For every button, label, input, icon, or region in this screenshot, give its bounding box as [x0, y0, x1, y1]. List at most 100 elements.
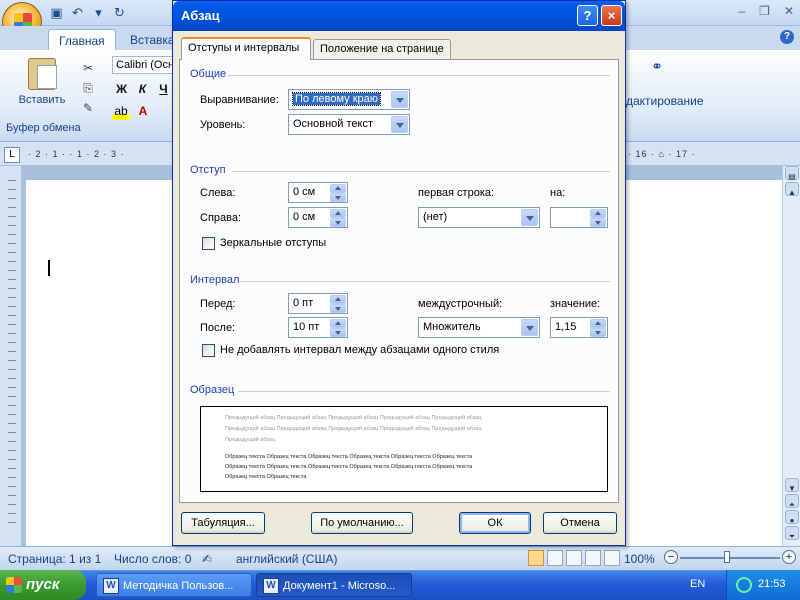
- browse-object-icon[interactable]: ●: [785, 510, 799, 525]
- spacing-after-value: 10 пт: [293, 321, 320, 333]
- ruler-toggle-icon[interactable]: ▤: [785, 166, 799, 181]
- mirror-indents-checkbox[interactable]: [202, 237, 215, 250]
- spacing-before-spinner[interactable]: 0 пт: [288, 293, 348, 314]
- tab-selector-icon[interactable]: L: [4, 147, 20, 163]
- italic-button[interactable]: К: [133, 80, 152, 99]
- line-spacing-select[interactable]: Множитель: [418, 317, 540, 338]
- word-count[interactable]: Число слов: 0: [114, 552, 191, 566]
- minimize-icon[interactable]: –: [738, 4, 745, 18]
- spacing-before-value: 0 пт: [293, 297, 314, 309]
- spin-down-icon[interactable]: [590, 218, 606, 227]
- clock: 21:53: [758, 578, 786, 590]
- zoom-in-icon[interactable]: +: [782, 550, 796, 564]
- spin-down-icon[interactable]: [330, 193, 346, 202]
- language-indicator[interactable]: английский (США): [236, 552, 337, 566]
- help-icon[interactable]: ?: [780, 30, 794, 44]
- set-default-button[interactable]: По умолчанию...: [311, 512, 413, 534]
- tab-home[interactable]: Главная: [48, 29, 116, 50]
- draft-icon[interactable]: [604, 550, 620, 566]
- full-screen-reading-icon[interactable]: [547, 550, 563, 566]
- tab-page-position[interactable]: Положение на странице: [313, 39, 451, 59]
- spin-up-icon[interactable]: [330, 319, 346, 328]
- save-icon[interactable]: ▣: [48, 4, 65, 21]
- level-select[interactable]: Основной текст: [288, 114, 410, 135]
- alignment-select[interactable]: По левому краю: [288, 89, 410, 110]
- ruler-left-marks: · 2 · 1 · · 1 · 2 · 3 ·: [28, 149, 125, 159]
- zoom-out-icon[interactable]: −: [664, 550, 678, 564]
- dialog-close-button[interactable]: ×: [601, 5, 622, 26]
- network-icon[interactable]: [736, 577, 752, 593]
- close-icon[interactable]: ✕: [784, 4, 794, 18]
- paste-button[interactable]: Вставить: [14, 58, 70, 120]
- preview-line: Предыдущий абзац Предыдущий абзац Предыд…: [225, 426, 482, 432]
- tab-indents-spacing[interactable]: Отступы и интервалы: [181, 37, 311, 60]
- highlight-icon[interactable]: ab: [112, 102, 130, 120]
- underline-button[interactable]: Ч: [154, 80, 173, 99]
- spin-down-icon[interactable]: [330, 328, 346, 337]
- restore-icon[interactable]: ❐: [759, 4, 770, 18]
- scroll-down-icon[interactable]: ▼: [785, 478, 799, 493]
- chevron-down-icon[interactable]: [521, 209, 538, 226]
- view-buttons: [528, 550, 620, 566]
- clipboard-group-label: Буфер обмена: [6, 122, 81, 134]
- dropdown-icon[interactable]: ▾: [90, 4, 107, 21]
- dialog-help-button[interactable]: ?: [577, 5, 598, 26]
- first-line-select[interactable]: (нет): [418, 207, 540, 228]
- find-icon[interactable]: ⚭: [642, 58, 672, 80]
- spacing-section-title: Интервал: [190, 274, 240, 286]
- print-layout-icon[interactable]: [528, 550, 544, 566]
- spacing-at-value: 1,15: [555, 321, 577, 333]
- input-language[interactable]: EN: [690, 578, 705, 590]
- indent-section-title: Отступ: [190, 164, 226, 176]
- format-row: Ж К Ч: [112, 80, 173, 99]
- copy-icon[interactable]: ⎘: [72, 78, 104, 98]
- font-color-icon[interactable]: A: [134, 102, 152, 120]
- format-painter-icon[interactable]: ✎: [72, 98, 104, 118]
- taskbar-item-document1[interactable]: W Документ1 - Microso...: [256, 573, 412, 597]
- web-layout-icon[interactable]: [566, 550, 582, 566]
- cut-icon[interactable]: ✂: [72, 58, 104, 78]
- zoom-slider[interactable]: [680, 557, 780, 559]
- chevron-down-icon[interactable]: [391, 91, 408, 108]
- preview-line: Предыдущий абзац Предыдущий абзац Предыд…: [225, 415, 482, 421]
- indent-left-spinner[interactable]: 0 см: [288, 182, 348, 203]
- vertical-scrollbar[interactable]: ▤ ▲ ▼ ⏶ ● ⏷: [782, 166, 800, 546]
- zoom-slider-thumb[interactable]: [724, 551, 730, 563]
- indent-by-spinner[interactable]: [550, 207, 608, 228]
- tabs-button[interactable]: Табуляция...: [181, 512, 265, 534]
- spellcheck-icon[interactable]: ✍: [202, 552, 212, 566]
- chevron-down-icon[interactable]: [391, 116, 408, 133]
- spin-up-icon[interactable]: [330, 184, 346, 193]
- general-section-title: Общие: [190, 68, 227, 80]
- vertical-ruler-ticks: [8, 180, 16, 530]
- indent-by-label: на:: [550, 187, 566, 199]
- redo-icon[interactable]: ↻: [111, 4, 128, 21]
- spacing-after-label: После:: [200, 322, 236, 334]
- spin-up-icon[interactable]: [330, 209, 346, 218]
- indent-right-spinner[interactable]: 0 см: [288, 207, 348, 228]
- page-count[interactable]: Страница: 1 из 1: [8, 552, 101, 566]
- spin-up-icon[interactable]: [330, 295, 346, 304]
- next-page-icon[interactable]: ⏷: [785, 526, 799, 541]
- prev-page-icon[interactable]: ⏶: [785, 494, 799, 509]
- start-button[interactable]: пуск: [0, 570, 86, 600]
- taskbar-item-methodichka[interactable]: W Методичка Пользов...: [96, 573, 252, 597]
- undo-icon[interactable]: ↶: [69, 4, 86, 21]
- font-name-box[interactable]: Calibri (Осн: [112, 56, 176, 74]
- scroll-up-icon[interactable]: ▲: [785, 182, 799, 197]
- outline-icon[interactable]: [585, 550, 601, 566]
- spacing-at-spinner[interactable]: 1,15: [550, 317, 608, 338]
- spin-up-icon[interactable]: [590, 319, 606, 328]
- spin-down-icon[interactable]: [590, 328, 606, 337]
- ok-button[interactable]: ОК: [459, 512, 531, 534]
- spacing-after-spinner[interactable]: 10 пт: [288, 317, 348, 338]
- no-space-same-style-checkbox[interactable]: [202, 344, 215, 357]
- bold-button[interactable]: Ж: [112, 80, 131, 99]
- section-divider: [228, 75, 610, 76]
- cancel-button[interactable]: Отмена: [543, 512, 617, 534]
- spin-down-icon[interactable]: [330, 304, 346, 313]
- chevron-down-icon[interactable]: [521, 319, 538, 336]
- spin-down-icon[interactable]: [330, 218, 346, 227]
- spin-up-icon[interactable]: [590, 209, 606, 218]
- zoom-level[interactable]: 100%: [624, 552, 655, 566]
